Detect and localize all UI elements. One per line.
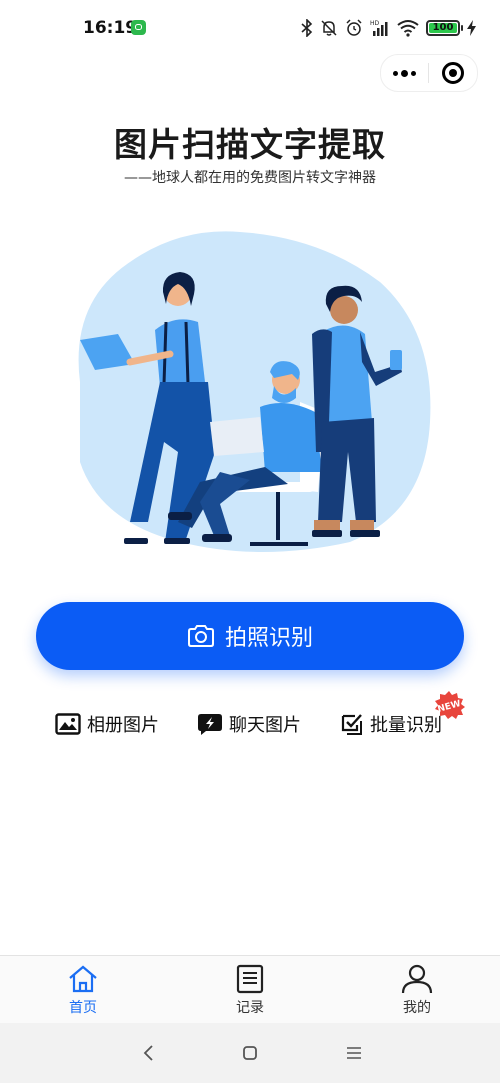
album-image-label: 相册图片 [87, 715, 159, 736]
tab-mine-label: 我的 [403, 1000, 431, 1016]
tab-records[interactable]: 记录 [195, 956, 305, 1024]
tab-mine[interactable]: 我的 [362, 956, 472, 1024]
status-time: 16:19 [83, 18, 138, 38]
wechat-notification-icon [131, 20, 146, 35]
hero-illustration [78, 231, 431, 552]
chat-image-option[interactable]: 聊天图片 [197, 706, 301, 742]
chevron-left-icon [143, 1045, 153, 1061]
alarm-icon [346, 19, 362, 36]
battery-level: 100 [429, 23, 457, 33]
document-icon [236, 964, 264, 994]
svg-text:HD: HD [370, 20, 380, 27]
nav-menu-button[interactable] [342, 1041, 366, 1065]
battery-icon: 100 [426, 20, 463, 36]
close-miniprogram-button[interactable] [429, 55, 476, 91]
menu-icon [347, 1047, 361, 1059]
charging-icon [467, 20, 476, 36]
status-bar: 16:19 HD 100 [0, 0, 500, 56]
new-badge: NEW [435, 691, 465, 719]
status-icons: HD 100 [301, 17, 476, 39]
batch-recognize-option[interactable]: 批量识别 [340, 706, 442, 742]
mute-icon [321, 20, 337, 36]
album-image-option[interactable]: 相册图片 [55, 706, 159, 742]
more-menu-button[interactable] [381, 55, 428, 91]
take-photo-button[interactable]: 拍照识别 [36, 602, 464, 670]
system-nav-bar [0, 1023, 500, 1083]
tab-bar: 首页 记录 我的 [0, 955, 500, 1024]
secondary-options: 相册图片 聊天图片 批量识别 [0, 706, 500, 742]
wifi-icon [397, 20, 419, 37]
home-icon [69, 965, 97, 993]
user-icon [401, 964, 433, 994]
nav-home-button[interactable] [238, 1041, 262, 1065]
image-icon [55, 713, 81, 735]
page-title: 图片扫描文字提取 [114, 125, 386, 164]
camera-icon [187, 625, 214, 647]
nav-back-button[interactable] [136, 1041, 160, 1065]
lightning-chat-icon [198, 714, 222, 735]
miniprogram-capsule [380, 54, 478, 92]
tab-home[interactable]: 首页 [28, 956, 138, 1024]
square-icon [243, 1046, 257, 1060]
tab-home-label: 首页 [69, 1000, 97, 1016]
tab-records-label: 记录 [236, 1000, 264, 1016]
signal-icon: HD [370, 20, 388, 36]
bluetooth-icon [301, 19, 313, 37]
batch-check-icon [341, 714, 362, 735]
chat-image-label: 聊天图片 [229, 715, 301, 736]
target-icon [441, 62, 464, 84]
page-subtitle: ——地球人都在用的免费图片转文字神器 [124, 170, 376, 186]
take-photo-label: 拍照识别 [224, 626, 313, 651]
